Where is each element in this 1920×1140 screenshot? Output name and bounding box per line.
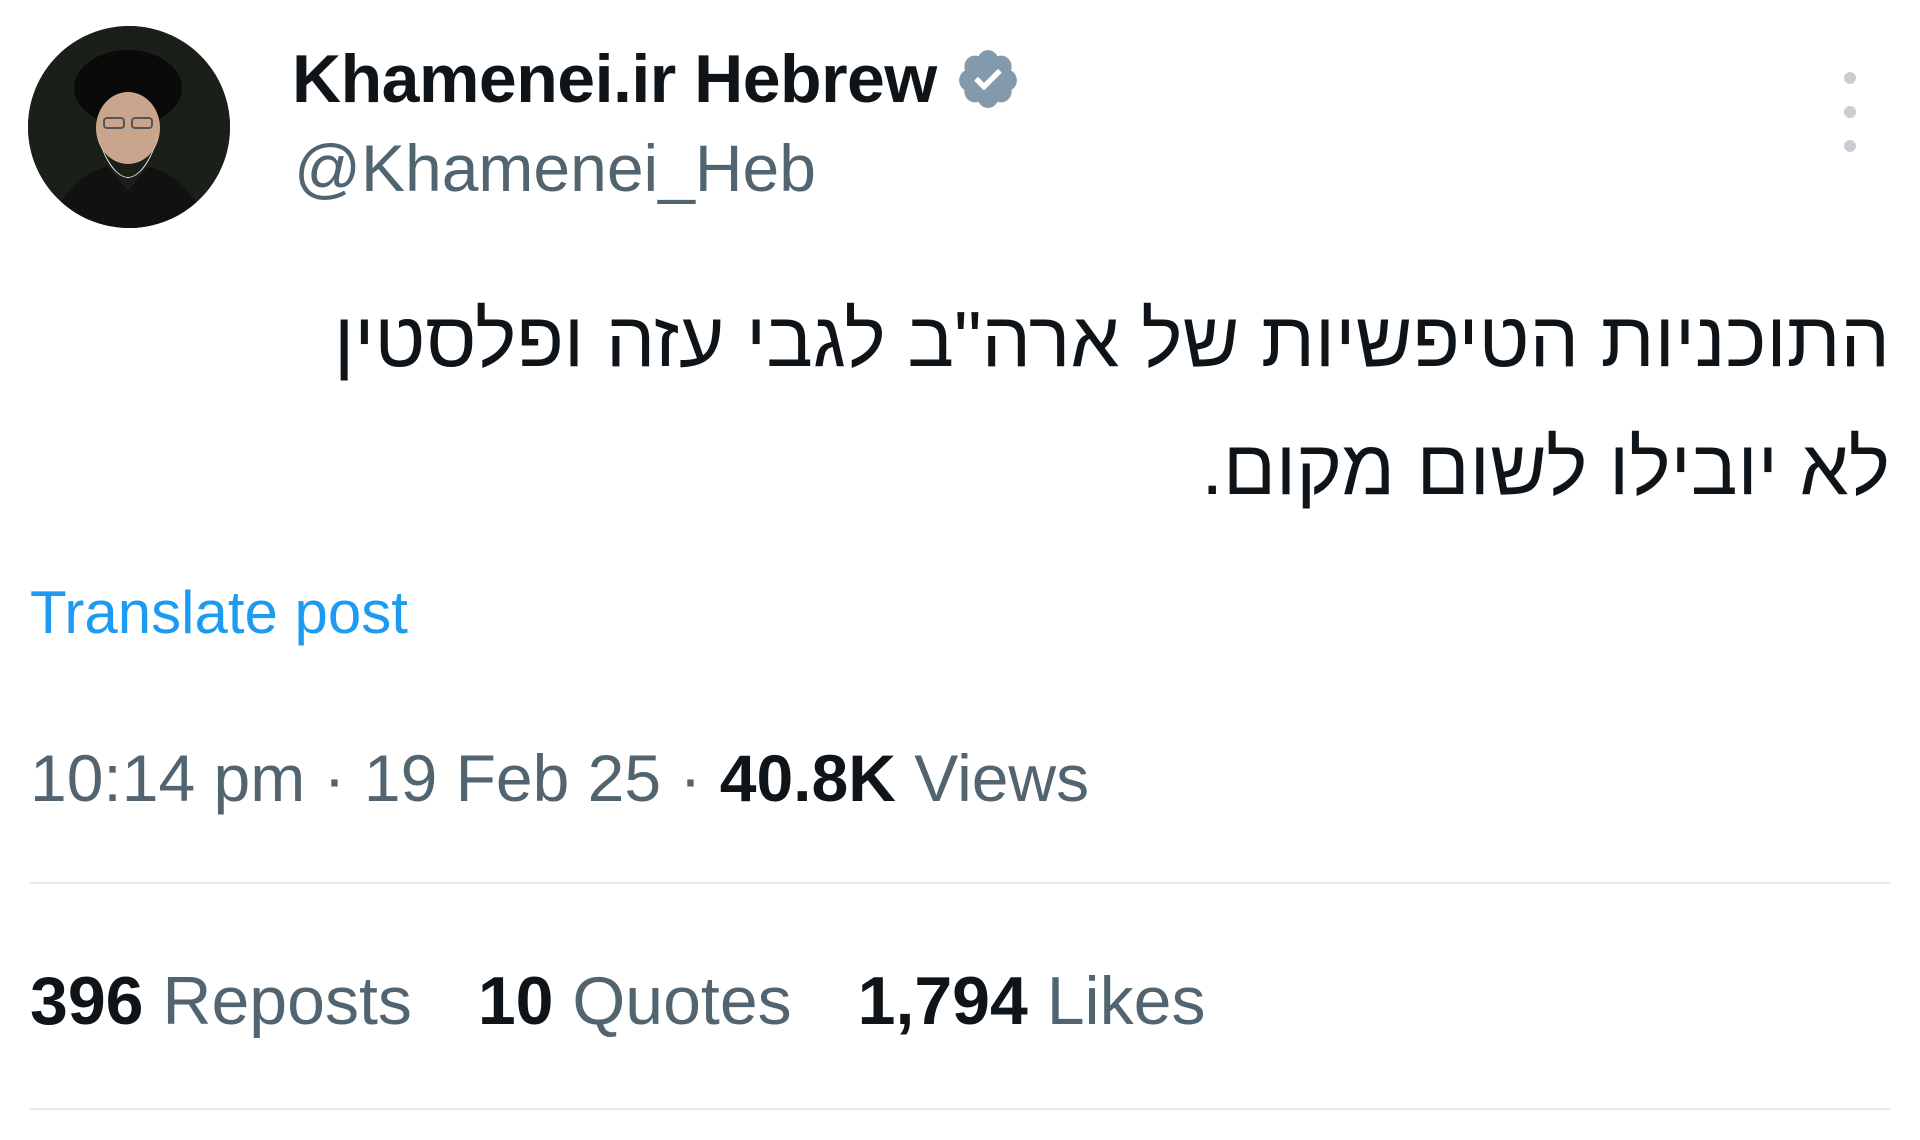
quotes-label: Quotes — [572, 963, 792, 1039]
more-dot — [1844, 72, 1856, 84]
quotes-count: 10 — [477, 963, 554, 1039]
post-text-line: לא יובילו לשום מקום. — [1201, 423, 1890, 511]
meta-separator: · — [323, 741, 346, 815]
likes-stat[interactable]: 1,794 Likes — [858, 962, 1206, 1040]
post-text-line: התוכניות הטיפשיות של ארה"ב לגבי עזה ופלס… — [333, 295, 1890, 383]
tweet-card: Khamenei.ir Hebrew @Khamenei_Heb התוכניו… — [0, 0, 1920, 1140]
meta-separator: · — [679, 741, 702, 815]
reposts-count: 396 — [30, 963, 144, 1039]
likes-label: Likes — [1046, 963, 1206, 1039]
translate-post-link[interactable]: Translate post — [30, 578, 408, 647]
author-handle[interactable]: @Khamenei_Heb — [294, 130, 816, 206]
reposts-stat[interactable]: 396 Reposts — [30, 962, 412, 1040]
views-count: 40.8K — [719, 741, 896, 815]
verified-badge-icon — [958, 50, 1017, 108]
views-label: Views — [914, 741, 1090, 815]
more-dot — [1844, 106, 1856, 118]
engagement-stats: 396 Reposts 10 Quotes 1,794 Likes — [30, 962, 1271, 1040]
reposts-label: Reposts — [162, 963, 412, 1039]
post-time[interactable]: 10:14 pm — [30, 741, 305, 815]
avatar[interactable] — [28, 26, 230, 228]
post-meta: 10:14 pm · 19 Feb 25 · 40.8K Views — [30, 740, 1089, 816]
post-date[interactable]: 19 Feb 25 — [364, 741, 661, 815]
author-name-row: Khamenei.ir Hebrew — [292, 40, 1021, 118]
more-dot — [1844, 140, 1856, 152]
quotes-stat[interactable]: 10 Quotes — [478, 962, 792, 1040]
divider — [30, 882, 1890, 884]
author-display-name[interactable]: Khamenei.ir Hebrew — [292, 40, 937, 118]
divider — [30, 1108, 1890, 1110]
avatar-portrait-image — [28, 26, 230, 228]
likes-count: 1,794 — [857, 963, 1028, 1039]
more-options-icon[interactable] — [1830, 72, 1870, 152]
post-text: התוכניות הטיפשיות של ארה"ב לגבי עזה ופלס… — [60, 275, 1890, 531]
